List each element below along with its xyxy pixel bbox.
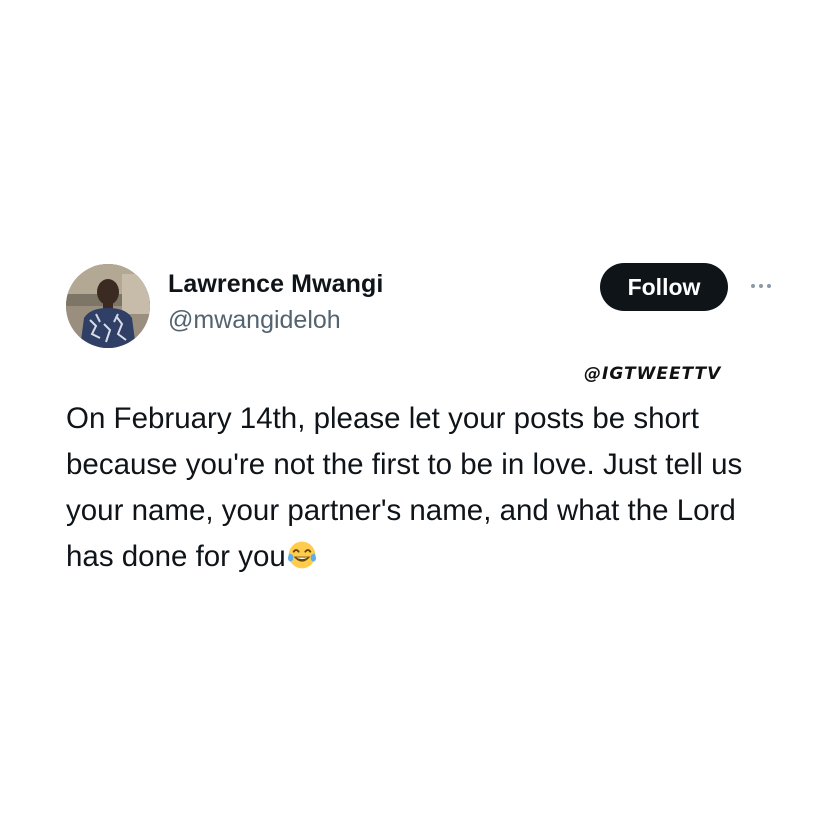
ellipsis-icon (751, 284, 771, 288)
follow-button[interactable]: Follow (600, 263, 728, 311)
profile-photo-icon (66, 264, 150, 348)
tweet-card: Lawrence Mwangi @mwangideloh Follow @IGT… (0, 0, 828, 820)
tweet-text: On February 14th, please let your posts … (66, 402, 743, 573)
face-with-tears-of-joy-icon (287, 541, 316, 569)
avatar[interactable] (66, 264, 150, 348)
author-display-name[interactable]: Lawrence Mwangi (168, 270, 383, 299)
tweet-body: On February 14th, please let your posts … (66, 396, 776, 580)
more-options-button[interactable] (744, 276, 778, 296)
watermark: @IGTWEETTV (584, 364, 722, 384)
author-handle[interactable]: @mwangideloh (168, 306, 341, 335)
